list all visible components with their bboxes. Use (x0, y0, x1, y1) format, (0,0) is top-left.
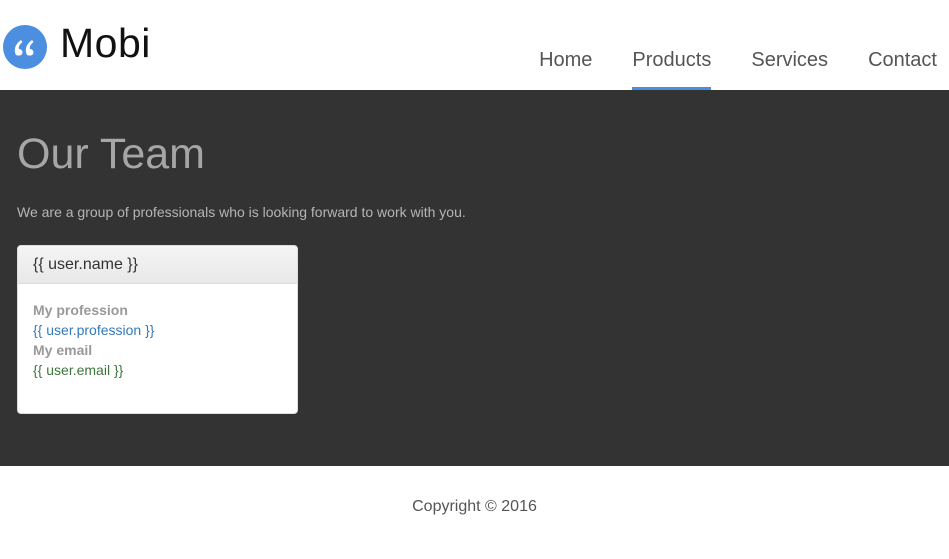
site-footer: Copyright © 2016 (0, 466, 949, 559)
nav-products[interactable]: Products (632, 0, 711, 90)
profession-value: {{ user.profession }} (33, 322, 155, 338)
card-body: My profession {{ user.profession }} My e… (18, 284, 297, 380)
quote-icon[interactable] (3, 25, 47, 69)
nav-contact[interactable]: Contact (868, 0, 937, 90)
email-value: {{ user.email }} (33, 362, 124, 378)
main-nav: Home Products Services Contact (499, 0, 949, 90)
profession-label: My profession (33, 302, 128, 318)
nav-home[interactable]: Home (539, 0, 592, 90)
team-member-card: {{ user.name }} My profession {{ user.pr… (17, 245, 298, 414)
card-header-name: {{ user.name }} (18, 246, 297, 284)
copyright-text: Copyright © 2016 (412, 498, 537, 515)
site-header: Mobi Home Products Services Contact (0, 0, 949, 90)
team-section: Our Team We are a group of professionals… (0, 90, 949, 466)
nav-services[interactable]: Services (751, 0, 828, 90)
page-title: Our Team (17, 130, 205, 178)
brand-name[interactable]: Mobi (60, 20, 151, 67)
email-label: My email (33, 342, 93, 358)
page-subtitle: We are a group of professionals who is l… (17, 204, 466, 220)
